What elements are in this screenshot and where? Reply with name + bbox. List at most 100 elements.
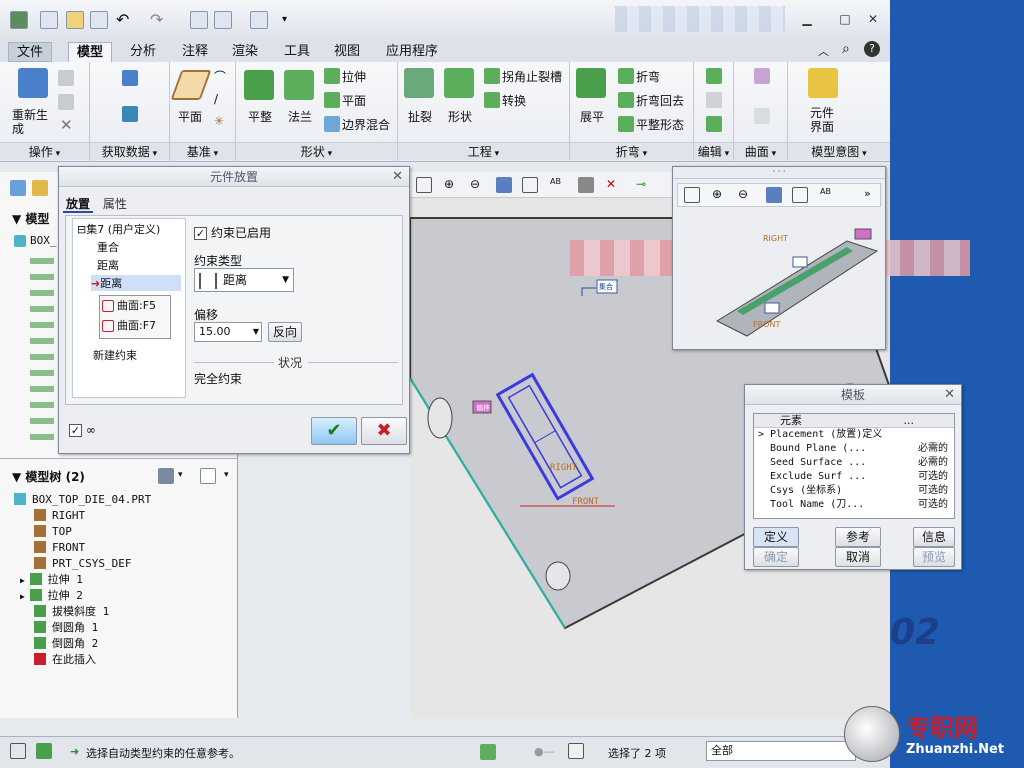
unbend-label[interactable]: 展平 [580,108,604,125]
tree-filter-dropdown[interactable]: ▾ [224,470,229,480]
tree-filter-icon[interactable] [200,468,216,484]
windows-icon[interactable] [214,11,232,29]
offset-dropdown-icon[interactable]: ▼ [253,323,259,341]
preview-button[interactable]: 预览 [913,547,955,567]
preview-refit-icon[interactable] [684,187,700,203]
component-icon[interactable] [122,106,138,122]
cancel-x-button[interactable]: ✖ [361,417,407,445]
surface-icon-1[interactable] [754,68,770,84]
info-button[interactable]: 信息 [913,527,955,547]
regenerate-icon[interactable] [18,68,48,98]
group-label-bend[interactable]: 折弯 [570,142,693,160]
tab-render[interactable]: 渲染 [224,42,266,62]
template-row[interactable]: Exclude Surf ... 可选的 [754,470,954,484]
zoom-in-icon[interactable]: ⊕ [444,177,460,193]
boundary-blend-icon[interactable] [324,116,340,132]
tree-item-front-plane[interactable]: FRONT [34,540,85,556]
bend-icon[interactable] [618,68,634,84]
template-row[interactable]: Csys (坐标系) 可选的 [754,484,954,498]
tree-item-round-1[interactable]: 倒圆角 1 [34,620,98,636]
plane2-label[interactable]: 平面 [342,92,366,109]
group-label-get-data[interactable]: 获取数据 [90,142,169,160]
tab-analysis[interactable]: 分析 [122,42,164,62]
reference-1[interactable]: 曲面:F5 [100,296,170,316]
flatten-label[interactable]: 平整 [248,108,272,125]
tree-settings-dropdown[interactable]: ▾ [178,470,183,480]
close-icon[interactable]: ✕ [392,167,403,187]
tree-item-round-2[interactable]: 倒圆角 2 [34,636,98,652]
filter-select[interactable]: 全部 [706,741,856,761]
plane-shape-icon[interactable] [324,92,340,108]
point-icon[interactable]: ✳ [214,114,230,130]
preview-style-icon[interactable] [792,187,808,203]
template-row[interactable]: Tool Name (刀... 可选的 [754,498,954,512]
undo-icon[interactable]: ↶ [116,11,134,29]
copy-icon[interactable] [58,70,74,86]
tab-file[interactable]: 文件 [8,42,53,62]
constraint-enabled[interactable]: ✓ 约束已启用 [194,224,271,241]
bend-back-icon[interactable] [618,92,634,108]
tree-item-csys[interactable]: PRT_CSYS_DEF [34,556,131,572]
expand-icon[interactable]: ▶ [20,576,30,585]
tree-item-extrude-1[interactable]: ▶ 拉伸 1 [20,572,83,588]
component-interface-label[interactable]: 元件 界面 [810,106,834,134]
preview-canvas[interactable]: RIGHT FRONT [677,211,881,345]
folder-tab-icon[interactable] [32,180,48,196]
new-constraint-link[interactable]: 新建约束 [93,347,137,363]
tab-properties[interactable]: 属性 [97,197,133,211]
save-icon[interactable] [90,11,108,29]
selection-filter-icon[interactable] [568,743,584,759]
close-window-icon[interactable] [250,11,268,29]
extrude-label[interactable]: 拉伸 [342,68,366,85]
flange-label[interactable]: 法兰 [288,108,312,125]
boundary-blend-label[interactable]: 边界混合 [342,116,390,133]
enabled-checkbox[interactable]: ✓ [194,227,207,240]
cancel-button[interactable]: 取消 [835,547,881,567]
group-label-model-intent[interactable]: 模型意图 [788,142,890,160]
reference-2[interactable]: 曲面:F7 [100,316,170,336]
saved-views-icon[interactable]: AB [550,177,566,193]
flat-state-label[interactable]: 平整形态 [636,116,684,133]
constraint-type-select[interactable]: 距离 ▼ [194,268,294,292]
preview-toggle[interactable]: ✓ ∞ [69,423,96,437]
flat-state-icon[interactable] [618,116,634,132]
reference-button[interactable]: 参考 [835,527,881,547]
delete-icon[interactable]: ✕ [60,116,73,134]
redo-icon[interactable]: ↷ [150,11,168,29]
surface-icon-2[interactable] [754,108,770,124]
preview-zoom-out-icon[interactable]: ⊖ [738,187,754,203]
search-icon[interactable]: ⌕ [842,41,850,57]
tree-item-right-plane[interactable]: RIGHT [34,508,85,524]
new-icon[interactable] [40,11,58,29]
preview-checkbox[interactable]: ✓ [69,424,82,437]
view-manager-icon[interactable] [578,177,594,193]
preview-grip[interactable]: · · · [673,167,885,179]
corner-relief-label[interactable]: 拐角止裂槽 [502,68,562,85]
copy-geom-icon[interactable] [122,70,138,86]
group-label-datum[interactable]: 基准 [170,142,235,160]
preview-more-icon[interactable]: » [864,187,871,200]
paste-icon[interactable] [58,94,74,110]
constraint-distance-1[interactable]: 距离 [97,257,119,273]
minimize-icon[interactable]: ▁ [800,12,814,26]
ok-check-button[interactable]: ✔ [311,417,357,445]
open-icon[interactable] [66,11,84,29]
flange-icon[interactable] [284,70,314,100]
tab-model[interactable]: 模型 [68,42,113,62]
plane-icon[interactable] [170,70,212,100]
group-label-engineering[interactable]: 工程 [398,142,569,160]
group-label-edit[interactable]: 编辑 [694,142,733,160]
edit-icon-1[interactable] [706,68,722,84]
constraint-set[interactable]: ⊟集7 (用户定义) [77,221,160,237]
display-style-icon[interactable] [522,177,538,193]
datum-display-icon[interactable]: ✕ [606,177,622,193]
flip-button[interactable]: 反向 [268,322,302,342]
repaint-icon[interactable] [496,177,512,193]
tab-placement[interactable]: 放置 [63,197,94,213]
unbend-icon[interactable] [576,68,606,98]
model-tree-top-root[interactable]: BOX_ [14,234,57,247]
help-icon[interactable]: ? [864,41,880,57]
form-label[interactable]: 形状 [448,108,472,125]
template-close-icon[interactable]: ✕ [944,385,955,405]
zoom-out-icon[interactable]: ⊖ [470,177,486,193]
